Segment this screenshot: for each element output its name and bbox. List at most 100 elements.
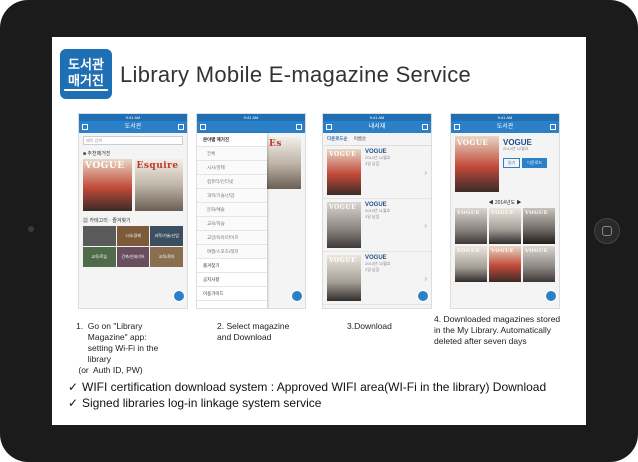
floating-action-button[interactable] xyxy=(291,290,303,302)
magazine-cover: VOGUE xyxy=(455,136,499,192)
tile-label: 과학/기술/산업 xyxy=(154,233,179,238)
menu-icon[interactable] xyxy=(454,124,460,130)
magazine-thumb: VOGUE xyxy=(327,149,361,195)
menu-item[interactable]: 즐겨찾기 xyxy=(197,259,267,273)
magazine-cover[interactable]: VOGUE xyxy=(489,208,521,244)
phone-screen-mylibrary: 9:41 AM 도서관 VOGUE VOGUE 2014년 12월호 읽기 다운로… xyxy=(450,113,560,309)
chevron-right-icon: › xyxy=(424,220,427,230)
nav-title: 내서재 xyxy=(368,124,386,130)
sort-tabs: 다운로드순 이름순 xyxy=(323,133,431,146)
feature-text: WIFI certification download system : App… xyxy=(82,380,547,394)
category-tile[interactable]: 과학/기술/산업 xyxy=(150,226,183,246)
category-tile[interactable]: 교육/육아 xyxy=(150,247,183,267)
caption-step-1: 1. Go on "Library Magazine" app: setting… xyxy=(76,321,159,375)
status-bar: 9:41 AM xyxy=(323,114,431,121)
item-issue: 2014년 11월호 xyxy=(365,208,391,213)
menu-item[interactable]: 컴퓨터/인터넷 xyxy=(197,175,267,189)
menu-item[interactable]: 문화/예술 xyxy=(197,203,267,217)
category-tile[interactable] xyxy=(83,226,116,246)
year-selector[interactable]: ◀ 2014년도 ▶ xyxy=(451,197,559,208)
floating-action-button[interactable] xyxy=(417,290,429,302)
check-icon: ✓ xyxy=(68,396,79,410)
item-remaining: 3일 남음 xyxy=(365,214,380,219)
menu-icon[interactable] xyxy=(326,124,332,130)
download-row[interactable]: VOGUE VOGUE 2014년 10월호 3일 남음 › xyxy=(323,252,431,305)
tab-download-order[interactable]: 다운로드순 xyxy=(327,136,348,142)
chevron-right-icon: › xyxy=(424,167,427,177)
download-row[interactable]: VOGUE VOGUE 2014년 11월호 3일 남음 › xyxy=(323,199,431,252)
item-issue: 2014년 12월호 xyxy=(365,155,391,160)
home-button[interactable] xyxy=(594,218,620,244)
edit-icon[interactable] xyxy=(422,124,428,130)
magazine-shelf: VOGUE VOGUE VOGUE VOGUE VOGUE VOGUE xyxy=(451,208,559,282)
nav-bar xyxy=(197,121,305,133)
floating-action-button[interactable] xyxy=(173,290,185,302)
item-remaining: 3일 남음 xyxy=(365,267,380,272)
magazine-detail: VOGUE VOGUE 2014년 12월호 읽기 다운로드 xyxy=(451,133,559,197)
tile-label: 건축/인테리어 xyxy=(121,254,145,259)
menu-item[interactable]: 교양/육아/라이프 xyxy=(197,231,267,245)
download-row[interactable]: VOGUE VOGUE 2014년 12월호 3일 남음 › xyxy=(323,146,431,199)
item-remaining: 3일 남음 xyxy=(365,161,380,166)
tile-label: 교육/육아 xyxy=(158,254,175,259)
library-icon[interactable] xyxy=(178,124,184,130)
magazine-cover[interactable]: VOGUE xyxy=(455,246,487,282)
read-button[interactable]: 읽기 xyxy=(503,158,521,168)
menu-item[interactable]: 공지사항 xyxy=(197,273,267,287)
menu-item[interactable]: 이용가이드 xyxy=(197,287,267,301)
menu-icon[interactable] xyxy=(82,124,88,130)
menu-item[interactable]: 여행/스포츠/레저 xyxy=(197,245,267,259)
download-button[interactable]: 다운로드 xyxy=(522,158,548,168)
magazine-cover[interactable]: VOGUE xyxy=(523,246,555,282)
menu-item[interactable]: 시사/경제 xyxy=(197,161,267,175)
category-heading: ▦ 카테고리 · 즐겨찾기 xyxy=(83,218,131,224)
library-icon[interactable] xyxy=(296,124,302,130)
tile-label: 시사/경제 xyxy=(125,233,141,238)
favorite-label: 즐겨찾기 xyxy=(112,218,131,224)
nav-bar: 도서관 xyxy=(451,121,559,133)
magazine-thumb: VOGUE xyxy=(327,255,361,301)
category-tile[interactable]: 교육/학습 xyxy=(83,247,116,267)
nav-bar: 내서재 xyxy=(323,121,431,133)
phone-screen-home: 9:41 AM 도서관 제목 검색 ■ 추천매거진 VOGUE Esquire … xyxy=(78,113,188,309)
magazine-cover[interactable]: VOGUE xyxy=(83,159,132,211)
book-icon xyxy=(64,89,108,95)
menu-item[interactable]: 전체 xyxy=(197,147,267,161)
feature-text: Signed libraries log-in linkage system s… xyxy=(82,396,322,410)
recommend-covers: VOGUE Esquire xyxy=(79,159,187,211)
home-icon[interactable] xyxy=(200,124,206,130)
category-tile[interactable]: 건축/인테리어 xyxy=(116,247,150,267)
caption-step-3: 3.Download xyxy=(347,321,392,331)
tablet-frame: 도서관 매거진 Library Mobile E-magazine Servic… xyxy=(0,0,638,462)
library-icon[interactable] xyxy=(550,124,556,130)
magazine-cover[interactable]: Esquire xyxy=(134,159,183,211)
feature-item: ✓ Signed libraries log-in linkage system … xyxy=(68,395,546,411)
category-label: 카테고리 xyxy=(89,218,108,224)
menu-item[interactable]: 분야별 매거진 xyxy=(197,133,267,147)
tab-name-order[interactable]: 이름순 xyxy=(354,136,366,142)
tile-label: 교육/학습 xyxy=(91,254,108,259)
category-tile[interactable]: 시사/경제 xyxy=(116,226,150,246)
magazine-cover: Es xyxy=(267,137,301,189)
category-grid: 시사/경제 과학/기술/산업 교육/학습 건축/인테리어 교육/육아 xyxy=(79,226,187,267)
menu-item[interactable]: 과학/기술/산업 xyxy=(197,189,267,203)
magazine-cover[interactable]: VOGUE xyxy=(489,246,521,282)
floating-action-button[interactable] xyxy=(545,290,557,302)
status-bar: 9:41 AM xyxy=(451,114,559,121)
download-info: VOGUE 2014년 10월호 3일 남음 xyxy=(365,255,391,273)
status-bar: 9:41 AM xyxy=(79,114,187,121)
recommend-label: 추천매거진 xyxy=(87,151,111,157)
nav-bar: 도서관 xyxy=(79,121,187,133)
download-info: VOGUE 2014년 11월호 3일 남음 xyxy=(365,202,390,220)
phone-screen-menu: 9:41 AM Es 분야별 매거진 전체 시사/경제 컴퓨터/인터넷 과학/기… xyxy=(196,113,306,309)
magazine-cover[interactable]: VOGUE xyxy=(523,208,555,244)
magazine-cover[interactable]: VOGUE xyxy=(455,208,487,244)
detail-issue: 2014년 12월호 xyxy=(503,146,529,151)
recommend-heading: ■ 추천매거진 xyxy=(83,151,111,157)
feature-list: ✓ WIFI certification download system : Ap… xyxy=(68,379,546,411)
status-bar: 9:41 AM xyxy=(197,114,305,121)
category-menu: 분야별 매거진 전체 시사/경제 컴퓨터/인터넷 과학/기술/산업 문화/예술 … xyxy=(197,133,267,308)
search-input[interactable]: 제목 검색 xyxy=(83,136,183,145)
menu-item[interactable]: 교육/학습 xyxy=(197,217,267,231)
nav-title: 도서관 xyxy=(496,124,514,130)
